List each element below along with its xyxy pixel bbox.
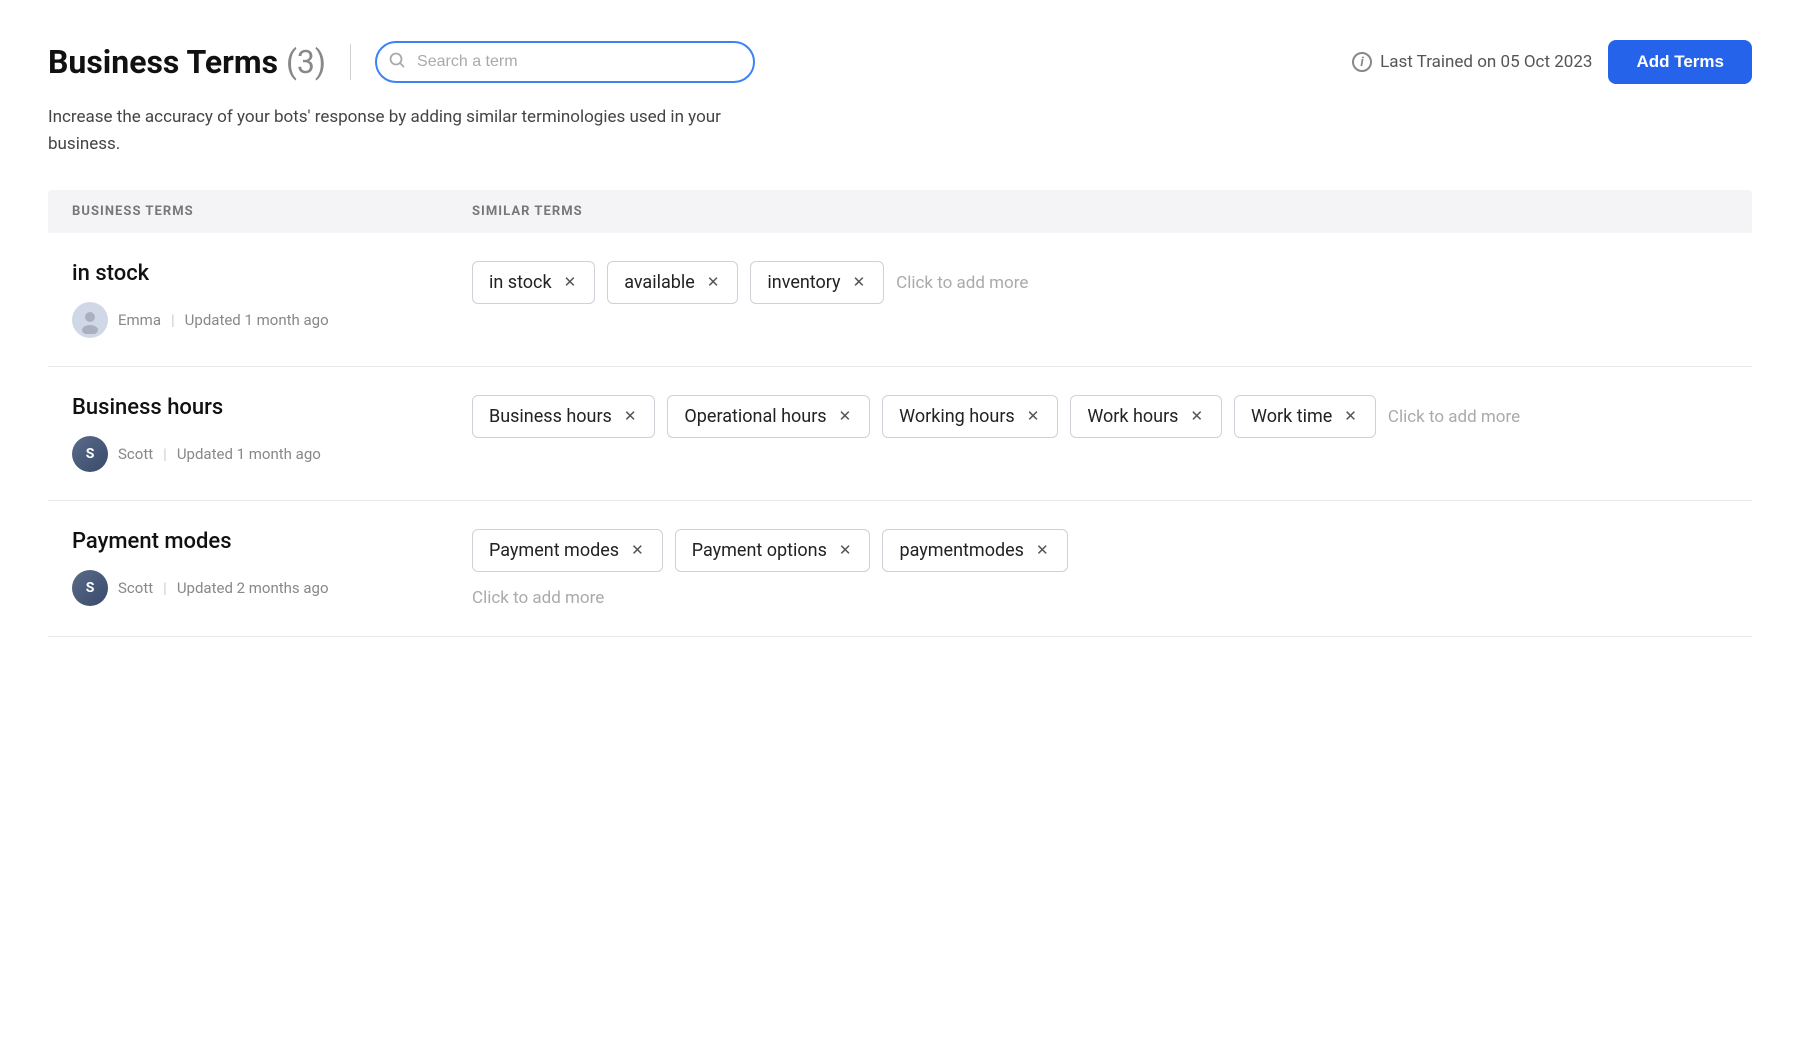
tag-label: inventory [767,272,840,293]
term-meta: Emma | Updated 1 month ago [72,302,472,338]
tag-label: in stock [489,272,552,293]
tag-label: Working hours [899,406,1015,427]
header-divider [350,44,351,80]
avatar: S [72,570,108,606]
page-subtitle: Increase the accuracy of your bots' resp… [48,104,748,158]
tag-paymentmodes: paymentmodes ✕ [882,529,1067,572]
page-header: Business Terms (3) i Last Trained on 05 … [48,40,1752,84]
tag-close-icon[interactable]: ✕ [1188,407,1205,426]
term-name: Payment modes [72,529,472,554]
term-name: Business hours [72,395,472,420]
tag-close-icon[interactable]: ✕ [837,407,854,426]
page-title: Business Terms (3) [48,43,326,81]
tag-work-time: Work time ✕ [1234,395,1376,438]
col-similar-terms: SIMILAR TERMS [472,204,1728,219]
click-to-add[interactable]: Click to add more [472,588,604,608]
updated-time: Updated 1 month ago [185,311,329,329]
search-input[interactable] [375,41,755,83]
meta-separator: | [163,445,167,463]
tag-work-hours: Work hours ✕ [1070,395,1222,438]
tag-close-icon[interactable]: ✕ [1034,541,1051,560]
table-header: BUSINESS TERMS SIMILAR TERMS [48,190,1752,233]
avatar: S [72,436,108,472]
tag-close-icon[interactable]: ✕ [1342,407,1359,426]
term-tags-in-stock: in stock ✕ available ✕ inventory ✕ Click… [472,261,1728,304]
term-left-in-stock: in stock Emma | Updated 1 month ago [72,261,472,338]
term-tags-business-hours: Business hours ✕ Operational hours ✕ Wor… [472,395,1728,438]
tag-close-icon[interactable]: ✕ [837,541,854,560]
tag-inventory: inventory ✕ [750,261,884,304]
table-row: Business hours S Scott | Updated 1 month… [48,367,1752,501]
tag-business-hours: Business hours ✕ [472,395,655,438]
meta-separator: | [171,311,175,329]
term-left-business-hours: Business hours S Scott | Updated 1 month… [72,395,472,472]
title-text: Business Terms [48,43,278,81]
user-name: Scott [118,445,153,463]
updated-time: Updated 1 month ago [177,445,321,463]
avatar [72,302,108,338]
term-meta: S Scott | Updated 2 months ago [72,570,472,606]
tag-label: Operational hours [684,406,826,427]
tag-label: Payment modes [489,540,619,561]
tag-close-icon[interactable]: ✕ [629,541,646,560]
last-trained-label: Last Trained on 05 Oct 2023 [1380,52,1592,72]
tag-payment-options: Payment options ✕ [675,529,871,572]
tag-available: available ✕ [607,261,738,304]
tag-payment-modes: Payment modes ✕ [472,529,663,572]
table-row: in stock Emma | Updated 1 month ago in s… [48,233,1752,367]
meta-separator: | [163,579,167,597]
term-left-payment-modes: Payment modes S Scott | Updated 2 months… [72,529,472,606]
page-count: (3) [286,43,326,81]
tag-close-icon[interactable]: ✕ [851,273,868,292]
info-icon: i [1352,52,1372,72]
search-icon [389,52,405,72]
tag-working-hours: Working hours ✕ [882,395,1058,438]
term-tags-payment-modes: Payment modes ✕ Payment options ✕ paymen… [472,529,1728,608]
click-to-add[interactable]: Click to add more [896,273,1028,293]
tag-close-icon[interactable]: ✕ [562,273,579,292]
tag-close-icon[interactable]: ✕ [1025,407,1042,426]
add-terms-button[interactable]: Add Terms [1608,40,1752,84]
tag-label: Work time [1251,406,1332,427]
tag-label: paymentmodes [899,540,1023,561]
term-name: in stock [72,261,472,286]
tag-label: Work hours [1087,406,1178,427]
last-trained-info: i Last Trained on 05 Oct 2023 [1352,52,1592,72]
tag-label: Business hours [489,406,612,427]
updated-time: Updated 2 months ago [177,579,329,597]
term-meta: S Scott | Updated 1 month ago [72,436,472,472]
tag-label: Payment options [692,540,827,561]
click-to-add[interactable]: Click to add more [1388,407,1520,427]
tag-operational-hours: Operational hours ✕ [667,395,870,438]
tag-label: available [624,272,695,293]
tag-in-stock: in stock ✕ [472,261,595,304]
search-wrapper [375,41,755,83]
col-business-terms: BUSINESS TERMS [72,204,472,219]
user-name: Scott [118,579,153,597]
user-name: Emma [118,311,161,329]
table-row: Payment modes S Scott | Updated 2 months… [48,501,1752,637]
tag-close-icon[interactable]: ✕ [622,407,639,426]
tag-close-icon[interactable]: ✕ [705,273,722,292]
